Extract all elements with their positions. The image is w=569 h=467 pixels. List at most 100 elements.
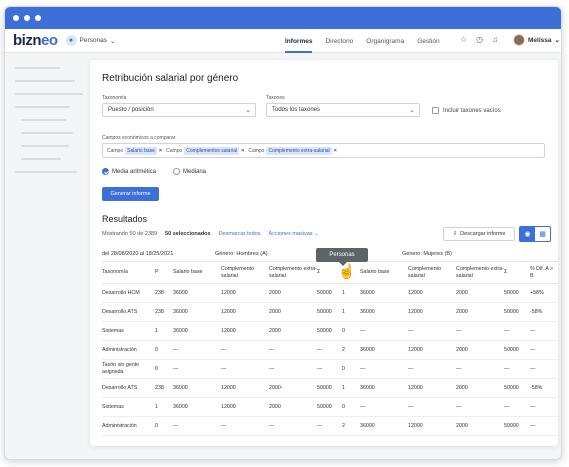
radio-median[interactable]: Mediana	[173, 168, 206, 175]
table-cell: 36000	[360, 378, 408, 398]
table-cell: 2000	[456, 378, 504, 398]
clock-icon[interactable]: ◷	[476, 35, 483, 44]
table-row[interactable]: Sistemas 1 36000 12000 2000 50000 0— — — — —	[102, 397, 558, 417]
table-cell: 12000	[408, 302, 456, 322]
radio-mean[interactable]: Media aritmética	[102, 168, 156, 175]
table-cell: —	[173, 359, 221, 379]
table-row[interactable]: Sistemas 1 36000 12000 2000 50000 0— — — — —	[102, 321, 558, 341]
sidebar-item[interactable]	[21, 145, 69, 147]
sidebar-item[interactable]	[21, 132, 73, 134]
table-cell: 2	[342, 340, 360, 360]
table-row[interactable]: Administración 0— — — —2 36000 12000 2000 50000—	[102, 340, 558, 360]
hand-cursor-icon: ☝	[338, 263, 356, 279]
table-row[interactable]: Desarrollo ATS 238 36000 12000 2000- 50000 1 36…	[102, 378, 558, 398]
table-cell: 2000	[456, 302, 504, 322]
table-cell: Administración	[102, 340, 155, 360]
column-header[interactable]: Complemento extra-salarial	[269, 261, 317, 284]
table-cell: 0	[342, 359, 360, 379]
generate-report-button[interactable]: Generar informe	[102, 187, 159, 201]
table-cell: Desarrollo ATS	[102, 302, 155, 322]
table-row[interactable]: Administración 0— — — —2 36000 12000 2000 50000—	[102, 416, 558, 436]
user-menu[interactable]: Melissa ⌄	[513, 34, 560, 46]
table-row[interactable]: Desarrollo HCM 238 36000 12000 2000 50000 1 360…	[102, 283, 558, 303]
table-cell: 50000	[317, 321, 342, 341]
column-header[interactable]: P	[155, 261, 173, 284]
sidebar-item[interactable]	[15, 67, 60, 69]
window-dot-1[interactable]	[13, 15, 19, 21]
taxons-select[interactable]: Todos los taxones ⌄	[266, 103, 420, 117]
table-cell: -58%	[530, 378, 558, 398]
field-tag: Campo Complementos salarial ×	[166, 146, 244, 155]
empty-taxons-checkbox[interactable]: Incluir taxones vacíos	[432, 107, 501, 114]
table-cell: 1	[342, 283, 360, 303]
nav-informes[interactable]: Informes	[285, 29, 313, 53]
column-header[interactable]: % Dif. A > B	[530, 261, 558, 284]
taxonomy-select[interactable]: Puesto / posición ⌄	[102, 103, 256, 117]
table-cell: —	[408, 321, 456, 341]
results-title: Resultados	[102, 214, 148, 224]
table-cell: 0	[342, 397, 360, 417]
download-report-button[interactable]: ⇩ Descargar informe	[443, 227, 515, 241]
table-cell: —	[530, 321, 558, 341]
window-dot-2[interactable]	[24, 15, 30, 21]
remove-tag-icon[interactable]: ×	[334, 148, 337, 154]
radio-checked-icon[interactable]	[102, 168, 109, 175]
table-cell: —	[504, 321, 530, 341]
window-dot-3[interactable]	[35, 15, 41, 21]
sidebar-item[interactable]	[15, 80, 75, 82]
remove-tag-icon[interactable]: ×	[159, 148, 162, 154]
table-cell: 2	[342, 416, 360, 436]
table-row[interactable]: Desarrollo ATS 238 36000 12000 2000 50000 1 360…	[102, 302, 558, 322]
column-header[interactable]: Taxonomía	[102, 261, 155, 284]
table-cell: 1	[342, 378, 360, 398]
bulk-actions-label: Acciones masivas	[268, 231, 313, 237]
column-header[interactable]: Complemento salarial	[408, 261, 456, 284]
table-cell: 36000	[173, 378, 221, 398]
chart-view-icon[interactable]: ◉	[520, 227, 535, 241]
table-cell: Desarrollo HCM	[102, 283, 155, 303]
bulk-actions-dropdown[interactable]: Acciones masivas ⌄	[269, 231, 319, 237]
bell-icon[interactable]: ♫	[492, 35, 498, 44]
nav-gestion[interactable]: Gestión	[417, 38, 439, 45]
checkbox-box[interactable]	[432, 107, 439, 114]
economic-fields-input[interactable]: Campo Salario base × Campo Complementos …	[102, 143, 545, 158]
table-row[interactable]: Taxón sin gente asignada 0— — — —0— — — — —	[102, 359, 558, 379]
table-cell: 50000	[504, 302, 530, 322]
showing-count: Mostrando 50 de 2389	[102, 231, 158, 237]
sidebar-item[interactable]	[15, 171, 77, 173]
unselect-all-link[interactable]: Desmarcar todos	[219, 231, 261, 237]
remove-tag-icon[interactable]: ×	[241, 148, 244, 154]
sidebar-item[interactable]	[15, 93, 83, 95]
tag-prefix: Campo	[107, 147, 124, 154]
sidebar-item[interactable]	[21, 119, 66, 121]
radio-mean-label: Media aritmética	[112, 168, 157, 175]
selected-count: 50 seleccionados	[165, 231, 211, 237]
table-cell: —	[530, 397, 558, 417]
sidebar-item[interactable]	[21, 158, 61, 160]
sidebar-item[interactable]	[15, 106, 70, 108]
table-cell: —	[504, 359, 530, 379]
radio-unchecked-icon[interactable]	[173, 168, 180, 175]
table-cell: —	[317, 340, 342, 360]
column-header[interactable]: Salario base	[360, 261, 408, 284]
table-cell: —	[317, 359, 342, 379]
nav-organigrama[interactable]: Organigrama	[366, 38, 404, 45]
table-cell: 50000	[317, 378, 342, 398]
nav-directorio[interactable]: Directorio	[325, 38, 353, 45]
bizneo-logo[interactable]: bizneo	[13, 32, 58, 49]
field-tag: Campo Complemento extra-salarial ×	[248, 146, 337, 155]
taxonomy-label: Taxonomía	[102, 95, 127, 101]
table-cell: —	[173, 340, 221, 360]
column-header[interactable]: Complemento salarial	[221, 261, 269, 284]
column-header[interactable]: Σ	[504, 261, 530, 284]
module-selector[interactable]: ● Personas ⌄	[65, 35, 115, 46]
column-header[interactable]: Salario base	[173, 261, 221, 284]
table-view-icon[interactable]: ▦	[535, 227, 550, 241]
column-header[interactable]: Complemento extra-salarial	[456, 261, 504, 284]
star-icon[interactable]: ☆	[460, 35, 467, 44]
table-cell: —	[504, 397, 530, 417]
avatar	[513, 34, 525, 46]
table-cell: —	[530, 340, 558, 360]
table-cell: 36000	[360, 416, 408, 436]
table-cell: 12000	[221, 378, 269, 398]
